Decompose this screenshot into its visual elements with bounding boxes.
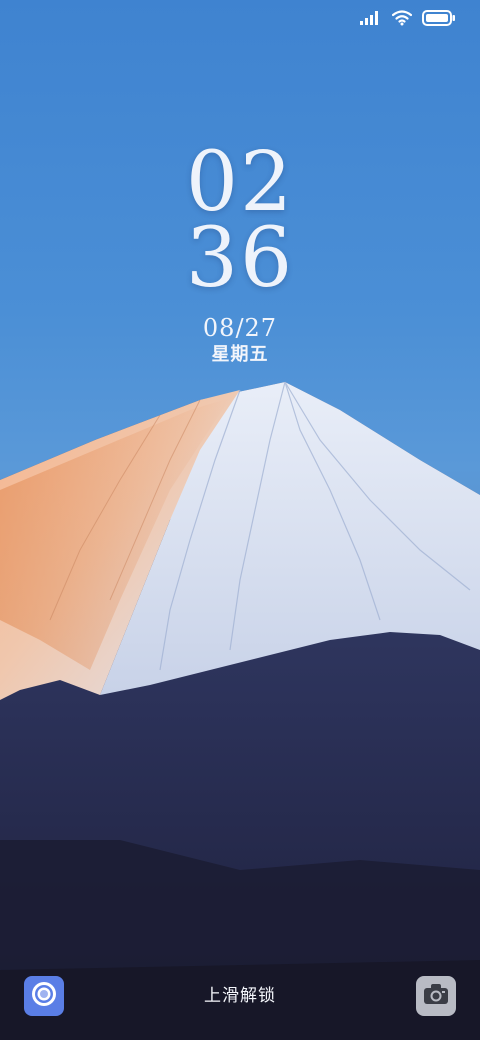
wallpaper-mountain [0, 381, 480, 1040]
swipe-unlock-hint: 上滑解锁 [204, 986, 276, 1006]
status-icons [360, 10, 456, 26]
status-bar [0, 0, 480, 40]
clock: 02 36 [0, 135, 480, 306]
lock-screen[interactable]: 02 36 08/27 星期五 上滑解锁 [0, 0, 480, 1040]
wifi-icon [392, 10, 412, 26]
date-text: 08/27 [202, 314, 278, 342]
clock-minutes: 36 [185, 211, 295, 306]
weekday-text: 星期五 [211, 344, 269, 365]
battery-icon [422, 10, 456, 26]
clock-hours: 02 [185, 135, 295, 230]
camera-icon [423, 983, 449, 1009]
signal-icon [360, 11, 382, 25]
camera-button[interactable] [416, 976, 456, 1016]
